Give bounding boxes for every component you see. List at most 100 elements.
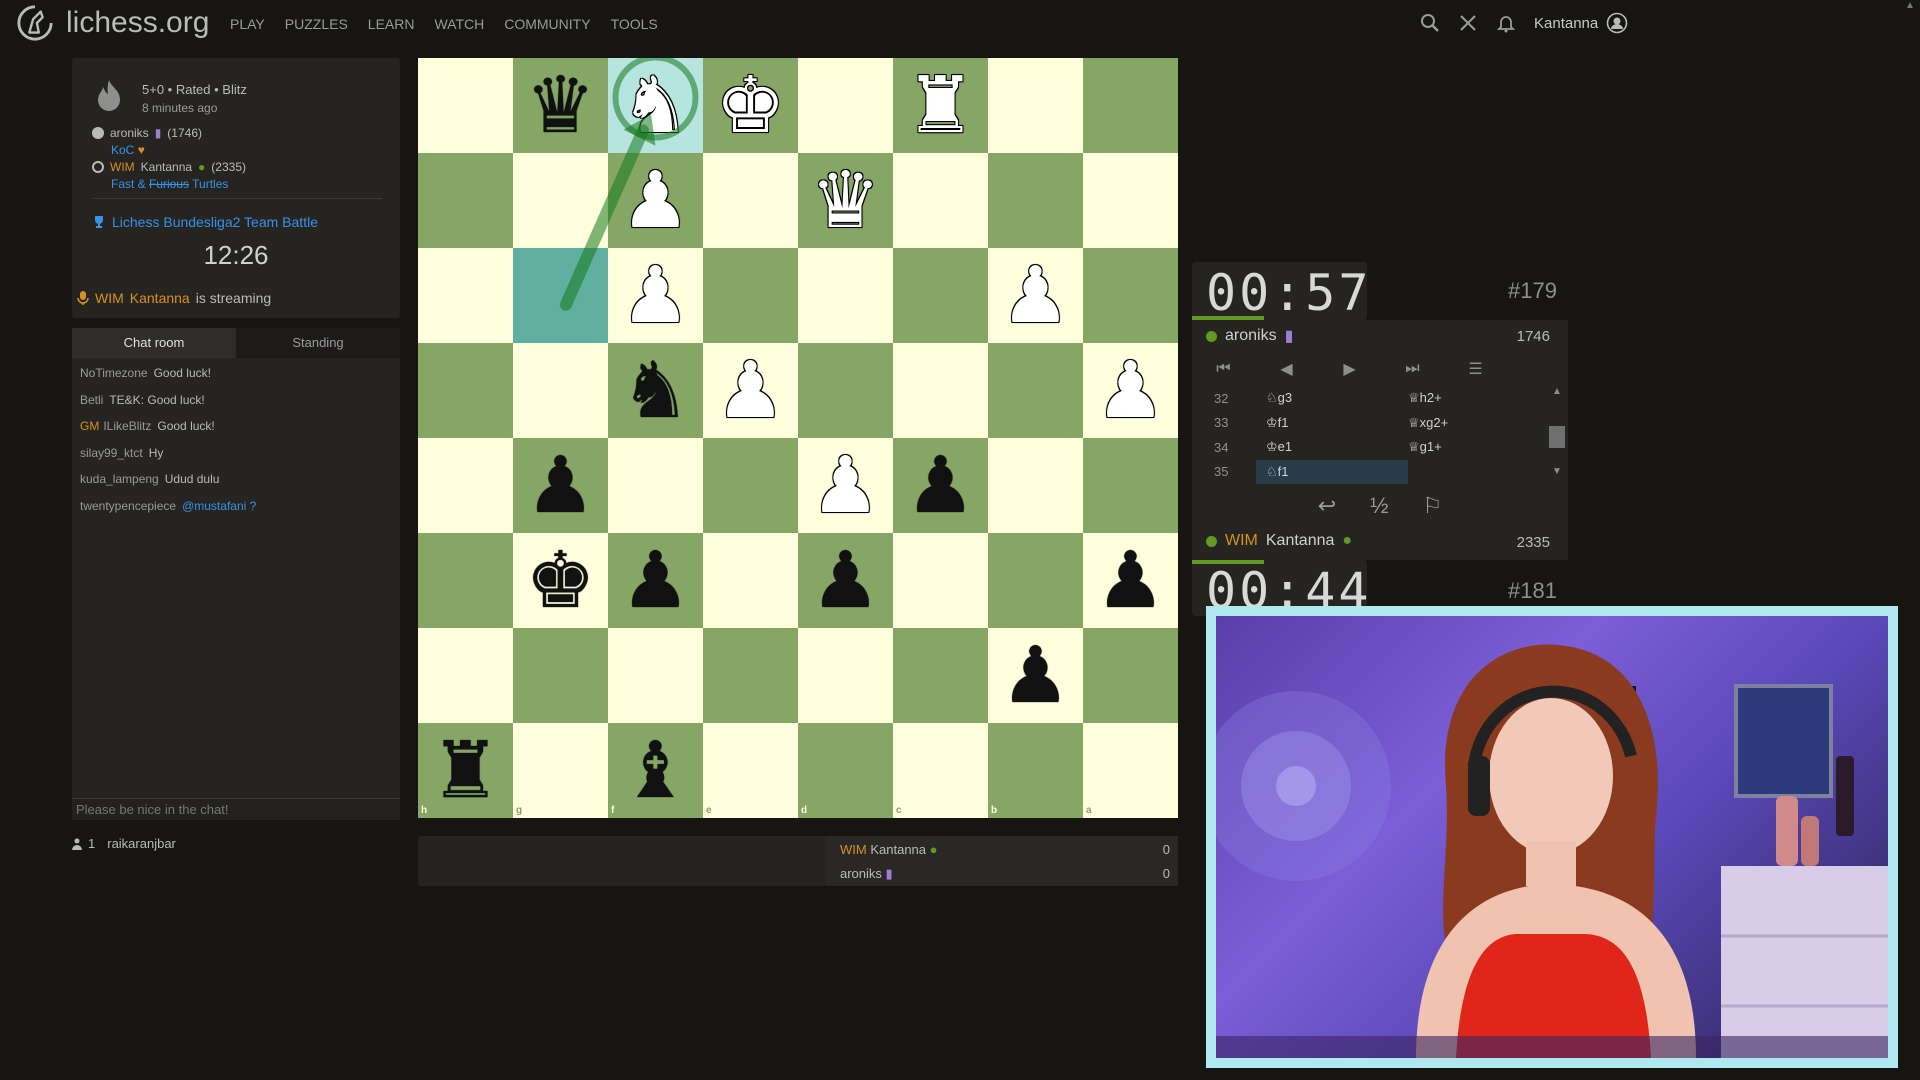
board-square[interactable] bbox=[513, 723, 608, 818]
board-square[interactable] bbox=[893, 248, 988, 343]
board-square[interactable] bbox=[1083, 438, 1178, 533]
next-move-icon[interactable]: ▶ bbox=[1318, 359, 1381, 379]
black-king-piece[interactable]: ♚ bbox=[513, 533, 608, 628]
board-square[interactable] bbox=[1083, 58, 1178, 153]
black-pawn-piece[interactable]: ♟ bbox=[513, 438, 608, 533]
scoreboard-player[interactable]: aroniks bbox=[840, 866, 882, 881]
move-white-current[interactable]: ♘f1 bbox=[1256, 459, 1408, 484]
opponent-name[interactable]: aroniks bbox=[1225, 327, 1277, 345]
white-pawn-piece[interactable]: ♟ bbox=[608, 153, 703, 248]
scroll-down-icon[interactable]: ▼ bbox=[1546, 466, 1568, 477]
chat-user[interactable]: twentypencepiece bbox=[80, 499, 176, 513]
nav-community[interactable]: COMMUNITY bbox=[504, 16, 590, 32]
white-king-piece[interactable]: ♚ bbox=[703, 58, 798, 153]
board-square[interactable] bbox=[988, 153, 1083, 248]
move-black[interactable]: ♕xg2+ bbox=[1408, 411, 1546, 436]
chat-user[interactable]: ILikeBlitz bbox=[103, 419, 151, 433]
board-square[interactable] bbox=[1083, 723, 1178, 818]
black-bishop-piece[interactable]: ♝ bbox=[608, 723, 703, 818]
board-square[interactable] bbox=[513, 628, 608, 723]
white-pawn-piece[interactable]: ♟ bbox=[703, 343, 798, 438]
nav-tools[interactable]: TOOLS bbox=[611, 16, 658, 32]
board-square[interactable] bbox=[418, 58, 513, 153]
chat-input[interactable] bbox=[72, 798, 400, 820]
board-square[interactable] bbox=[893, 533, 988, 628]
move-white[interactable]: ♘g3 bbox=[1256, 386, 1408, 411]
board-square[interactable] bbox=[988, 58, 1083, 153]
board-square[interactable] bbox=[418, 343, 513, 438]
white-team-name[interactable]: KoC bbox=[111, 143, 134, 157]
swords-icon[interactable] bbox=[1458, 13, 1478, 33]
black-pawn-piece[interactable]: ♟ bbox=[893, 438, 988, 533]
board-square[interactable] bbox=[893, 723, 988, 818]
black-player-name[interactable]: Kantanna bbox=[141, 160, 192, 174]
board-square[interactable] bbox=[893, 343, 988, 438]
black-rook-piece[interactable]: ♜ bbox=[418, 723, 513, 818]
white-pawn-piece[interactable]: ♟ bbox=[608, 248, 703, 343]
tab-standing[interactable]: Standing bbox=[236, 328, 400, 358]
chat-user[interactable]: Betli bbox=[80, 393, 103, 407]
nav-puzzles[interactable]: PUZZLES bbox=[285, 16, 348, 32]
first-move-icon[interactable]: ⏮ bbox=[1192, 360, 1255, 378]
board-square[interactable] bbox=[608, 438, 703, 533]
white-queen-piece[interactable]: ♛ bbox=[798, 153, 893, 248]
black-knight-piece[interactable]: ♞ bbox=[608, 343, 703, 438]
board-square[interactable] bbox=[703, 628, 798, 723]
bell-icon[interactable] bbox=[1496, 13, 1516, 33]
black-pawn-piece[interactable]: ♟ bbox=[988, 628, 1083, 723]
board-square[interactable] bbox=[513, 248, 608, 343]
board-square[interactable] bbox=[988, 343, 1083, 438]
white-rook-piece[interactable]: ♜ bbox=[893, 58, 988, 153]
board-square[interactable] bbox=[1083, 248, 1178, 343]
offer-draw-button[interactable]: ½ bbox=[1370, 493, 1388, 519]
board-square[interactable] bbox=[893, 153, 988, 248]
menu-icon[interactable]: ☰ bbox=[1444, 359, 1507, 379]
nav-learn[interactable]: LEARN bbox=[368, 16, 415, 32]
black-team-row[interactable]: Fast & Furious Turtles bbox=[111, 177, 228, 191]
move-black[interactable]: ♕g1+ bbox=[1408, 435, 1546, 460]
black-pawn-piece[interactable]: ♟ bbox=[608, 533, 703, 628]
board-square[interactable] bbox=[703, 438, 798, 533]
nav-watch[interactable]: WATCH bbox=[434, 16, 484, 32]
chat-user[interactable]: NoTimezone bbox=[80, 366, 148, 380]
white-pawn-piece[interactable]: ♟ bbox=[1083, 343, 1178, 438]
white-pawn-piece[interactable]: ♟ bbox=[988, 248, 1083, 343]
board-square[interactable] bbox=[513, 343, 608, 438]
prev-move-icon[interactable]: ◀ bbox=[1255, 359, 1318, 379]
board-square[interactable] bbox=[418, 628, 513, 723]
resign-flag-icon[interactable]: ⚐ bbox=[1423, 493, 1443, 519]
spectator-name[interactable]: raikaranjbar bbox=[107, 836, 176, 851]
board-square[interactable] bbox=[418, 438, 513, 533]
takeback-icon[interactable]: ↩ bbox=[1318, 493, 1336, 519]
move-list-scrollbar[interactable]: ▲ ▼ bbox=[1546, 386, 1568, 484]
chat-user[interactable]: kuda_lampeng bbox=[80, 472, 159, 486]
board-square[interactable] bbox=[798, 628, 893, 723]
board-square[interactable] bbox=[893, 628, 988, 723]
move-white[interactable]: ♔e1 bbox=[1256, 435, 1408, 460]
board-square[interactable] bbox=[703, 153, 798, 248]
nav-play[interactable]: PLAY bbox=[230, 16, 265, 32]
tab-chat-room[interactable]: Chat room bbox=[72, 328, 236, 358]
board-square[interactable] bbox=[703, 248, 798, 343]
board-square[interactable] bbox=[608, 628, 703, 723]
black-pawn-piece[interactable]: ♟ bbox=[798, 533, 893, 628]
board-square[interactable] bbox=[703, 723, 798, 818]
white-knight-piece[interactable]: ♞ bbox=[608, 58, 703, 153]
board-square[interactable] bbox=[798, 248, 893, 343]
board-square[interactable] bbox=[988, 438, 1083, 533]
board-square[interactable] bbox=[418, 248, 513, 343]
site-logo[interactable]: lichess.org bbox=[16, 4, 209, 42]
tournament-link[interactable]: Lichess Bundesliga2 Team Battle bbox=[92, 214, 318, 230]
board-square[interactable] bbox=[418, 153, 513, 248]
board-square[interactable] bbox=[988, 533, 1083, 628]
board-square[interactable] bbox=[798, 723, 893, 818]
board-square[interactable] bbox=[418, 533, 513, 628]
board-square[interactable] bbox=[1083, 628, 1178, 723]
streaming-notice[interactable]: WIM Kantanna is streaming bbox=[77, 290, 271, 306]
chat-user[interactable]: silay99_ktct bbox=[80, 446, 143, 460]
board-square[interactable] bbox=[798, 343, 893, 438]
scroll-up-icon[interactable]: ▲ bbox=[1546, 386, 1568, 397]
scroll-up-icon[interactable]: ▲ bbox=[1900, 0, 1920, 14]
board-square[interactable] bbox=[703, 533, 798, 628]
search-icon[interactable] bbox=[1420, 13, 1440, 33]
